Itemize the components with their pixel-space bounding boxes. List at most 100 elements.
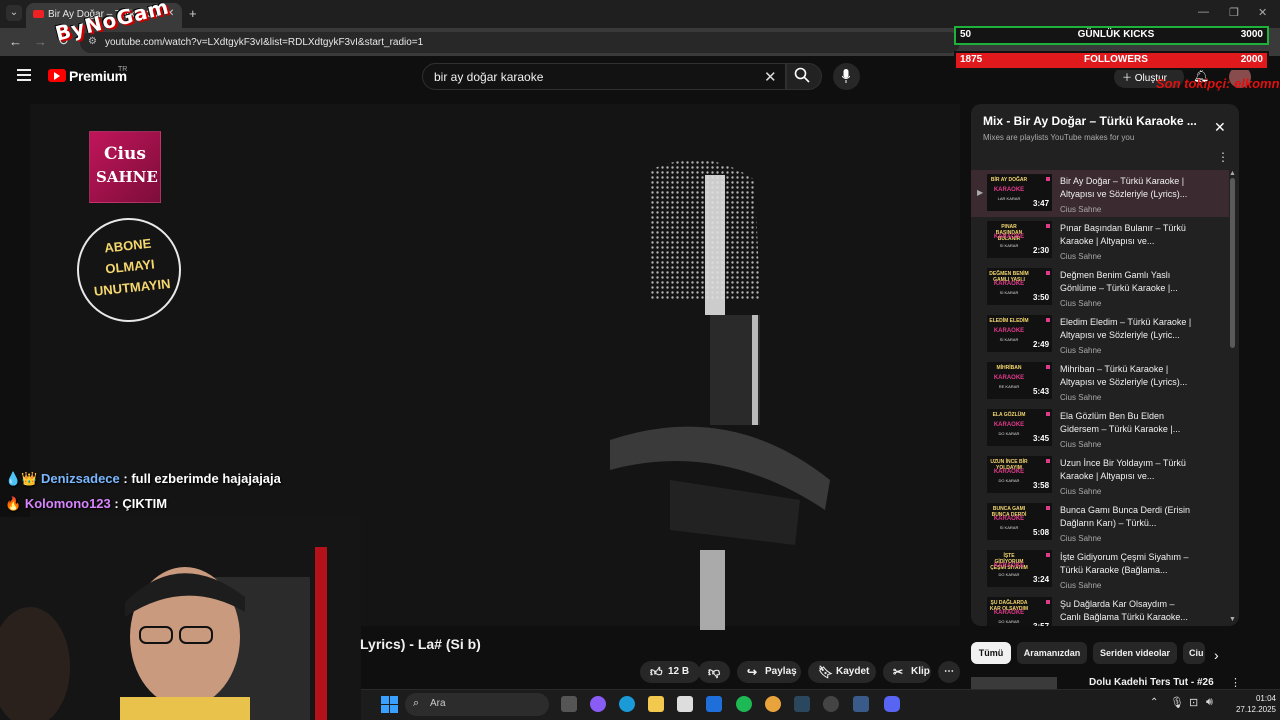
thumbnail-karaoke-label: KARAOKE [993, 516, 1025, 522]
taskbar-search[interactable] [405, 693, 549, 716]
playlist-item[interactable]: ELA GÖZLÜM KARAOKE DO KARAR 3:45 Ela Gözlüm … [971, 405, 1229, 452]
followers-goal: 2000 [1240, 54, 1263, 65]
clock-date[interactable]: 27.12.2025 [1228, 705, 1276, 714]
playlist-item-title: Pınar Başından Bulanır – Türkü Karaoke |… [1060, 223, 1186, 246]
playlist-item[interactable]: ▶ BİR AY DOĞAR KARAOKE LAR KARAR 3:47 Bir Ay … [971, 170, 1229, 217]
playlist-item-title: Bunca Gamı Bunca Derdi (Erisin Dağların … [1060, 505, 1191, 528]
mail-icon[interactable] [706, 696, 722, 712]
thumbnail-karaoke-label: KARAOKE [993, 328, 1025, 334]
windows-start-icon[interactable] [381, 696, 398, 713]
recommended-menu-icon[interactable]: ⋮ [1230, 676, 1241, 689]
playlist-item-duration: 3:45 [1033, 434, 1050, 443]
like-count: 12 B [668, 666, 690, 677]
playlist-title[interactable]: Mix - Bir Ay Doğar – Türkü Karaoke ... [983, 114, 1203, 128]
dislike-button[interactable]: 👎︎ [698, 661, 730, 683]
more-actions-button[interactable]: ⋯ [938, 661, 960, 683]
thumbnail-song-name: ELEDİM ELEDİM [989, 318, 1029, 324]
thumbnail-key-label: DO KARAR [998, 619, 1020, 624]
clip-label: Klip [911, 666, 930, 677]
followers-label: FOLLOWERS [1084, 54, 1148, 65]
new-tab-button[interactable]: + [189, 6, 197, 21]
scroll-up-icon[interactable]: ▲ [1229, 170, 1236, 177]
playlist-item[interactable]: BUNCA GAMI BUNCA DERDİ KARAOKE Sİ KARAR 5:0… [971, 499, 1229, 546]
forward-arrow-icon[interactable]: → [34, 34, 47, 49]
search-icon[interactable] [794, 67, 810, 83]
chrome-icon[interactable] [765, 696, 781, 712]
playlist-item-channel: Cius Sahne [1060, 346, 1102, 355]
playlist-menu-icon[interactable]: ⋮ [1217, 150, 1229, 164]
window-close-icon[interactable]: ✕ [1258, 6, 1267, 19]
spotify-icon[interactable] [736, 696, 752, 712]
screen: ⌄ Bir Ay Doğar – Türkü Karaoke | ... ✕ +… [0, 0, 1280, 720]
clip-button[interactable]: ✂ Klip [883, 661, 931, 683]
app-icon[interactable] [853, 696, 869, 712]
last-follower-note: Son tokipçi: elkomni [1156, 76, 1280, 91]
clear-search-icon[interactable]: ✕ [764, 68, 777, 86]
playlist-item-channel: Cius Sahne [1060, 440, 1102, 449]
tab-search-button[interactable]: ⌄ [6, 5, 22, 21]
daily-kicks-widget: 50 GÜNLÜK KICKS 3000 [954, 26, 1269, 45]
thumbnail-key-label: Sİ KARAR [999, 525, 1019, 530]
discord-icon[interactable] [884, 696, 900, 712]
clock-time[interactable]: 01:04 [1240, 694, 1276, 703]
thumbnail-karaoke-label: KARAOKE [993, 563, 1025, 569]
taskbar-search-icon: ⌕ [413, 697, 420, 709]
playlist-item-channel: Cius Sahne [1060, 393, 1102, 402]
playlist-item[interactable]: DEĞMEN BENİM GAMLI YASLI KARAOKE Sİ KARAR 3… [971, 264, 1229, 311]
thumbnail-key-label: DO KARAR [998, 572, 1020, 577]
thumbnail-key-label: RE KARAR [998, 384, 1020, 389]
like-button[interactable]: 👍︎ 12 B [640, 661, 700, 683]
now-playing-icon: ▶ [977, 188, 984, 197]
save-button[interactable]: 🔖︎ Kaydet [808, 661, 876, 683]
search-query[interactable]: bir ay doğar karaoke [434, 70, 543, 84]
video-title: Lyrics) - La# (Si b) [360, 636, 481, 652]
steam-icon[interactable] [794, 696, 810, 712]
obs-icon[interactable] [823, 696, 839, 712]
thumbnail-karaoke-label: KARAOKE [993, 281, 1025, 287]
task-view-icon[interactable] [561, 696, 577, 712]
playlist-scrollbar[interactable] [1230, 178, 1235, 348]
taskbar-search-placeholder[interactable]: Ara [430, 698, 446, 709]
playlist-item-title: Şu Dağlarda Kar Olsaydım – Canlı Bağlama… [1060, 599, 1188, 622]
share-label: Paylaş [765, 666, 797, 677]
playlist-item[interactable]: ŞU DAĞLARDA KAR OLSAYDIMKARAOKEDO KARAR3… [971, 593, 1229, 626]
playlist-item[interactable]: UZUN İNCE BİR YOLDAYIM KARAOKE DO KARAR 3:5… [971, 452, 1229, 499]
scroll-down-icon[interactable]: ▼ [1229, 616, 1236, 623]
thumbnail-karaoke-label: KARAOKE [993, 469, 1025, 475]
url-text[interactable]: youtube.com/watch?v=LXdtgykF3vI&list=RDL… [105, 37, 423, 48]
kicks-goal: 3000 [1240, 29, 1263, 40]
chip-from-search[interactable]: Aramanızdan [1017, 642, 1087, 664]
volume-icon[interactable]: 🔊︎ [1206, 696, 1213, 709]
tray-expand-icon[interactable]: ⌃ [1150, 697, 1158, 708]
playlist-item[interactable]: PINAR BAŞINDAN BULANIR KARAOKE Sİ KARAR 2:3… [971, 217, 1229, 264]
network-icon[interactable]: ⊡ [1189, 696, 1198, 709]
edge-icon[interactable] [619, 696, 635, 712]
playlist-item-title: Uzun İnce Bir Yoldayım – Türkü Karaoke |… [1060, 458, 1186, 481]
chip-all[interactable]: Tümü [971, 642, 1011, 664]
restore-icon[interactable]: ❐ [1229, 6, 1239, 19]
chevron-right-icon[interactable]: › [1214, 647, 1219, 663]
chip-channel[interactable]: Ciu [1183, 642, 1205, 664]
playlist-item-title: Değmen Benim Gamlı Yaslı Gönlüme – Türkü… [1060, 270, 1178, 293]
tray-mic-icon[interactable]: 🎙︎ [1170, 696, 1184, 709]
file-explorer-icon[interactable] [648, 696, 664, 712]
thumbnail-mark [1046, 318, 1050, 322]
recommended-title[interactable]: Dolu Kadehi Ters Tut - #26 [1089, 677, 1214, 688]
minimize-icon[interactable]: — [1198, 6, 1209, 18]
store-icon[interactable] [677, 696, 693, 712]
save-label: Kaydet [836, 666, 870, 677]
playlist-item[interactable]: İŞTE GİDİYORUM ÇEŞMİ SİYAHIM KARAOKE DO KA… [971, 546, 1229, 593]
chip-series-videos[interactable]: Seriden videolar [1093, 642, 1177, 664]
back-arrow-icon[interactable]: ← [9, 34, 22, 49]
copilot-icon[interactable] [590, 696, 606, 712]
playlist-item-title: Ela Gözlüm Ben Bu Elden Gidersem – Türkü… [1060, 411, 1181, 434]
menu-hamburger-icon[interactable] [17, 69, 31, 81]
playlist-item[interactable]: ELEDİM ELEDİM KARAOKE Sİ KARAR 2:49 Eledim E… [971, 311, 1229, 358]
share-button[interactable]: ↪ Paylaş [737, 661, 801, 683]
thumbnail-mark [1046, 365, 1050, 369]
thumbnail-mark [1046, 506, 1050, 510]
playlist-close-icon[interactable]: ✕ [1214, 119, 1226, 136]
playlist-item[interactable]: MİHRİBAN KARAOKE RE KARAR 5:43 Mihriban – Tü… [971, 358, 1229, 405]
thumbnail-mark [1046, 177, 1050, 181]
thumbnail-mark [1046, 224, 1050, 228]
